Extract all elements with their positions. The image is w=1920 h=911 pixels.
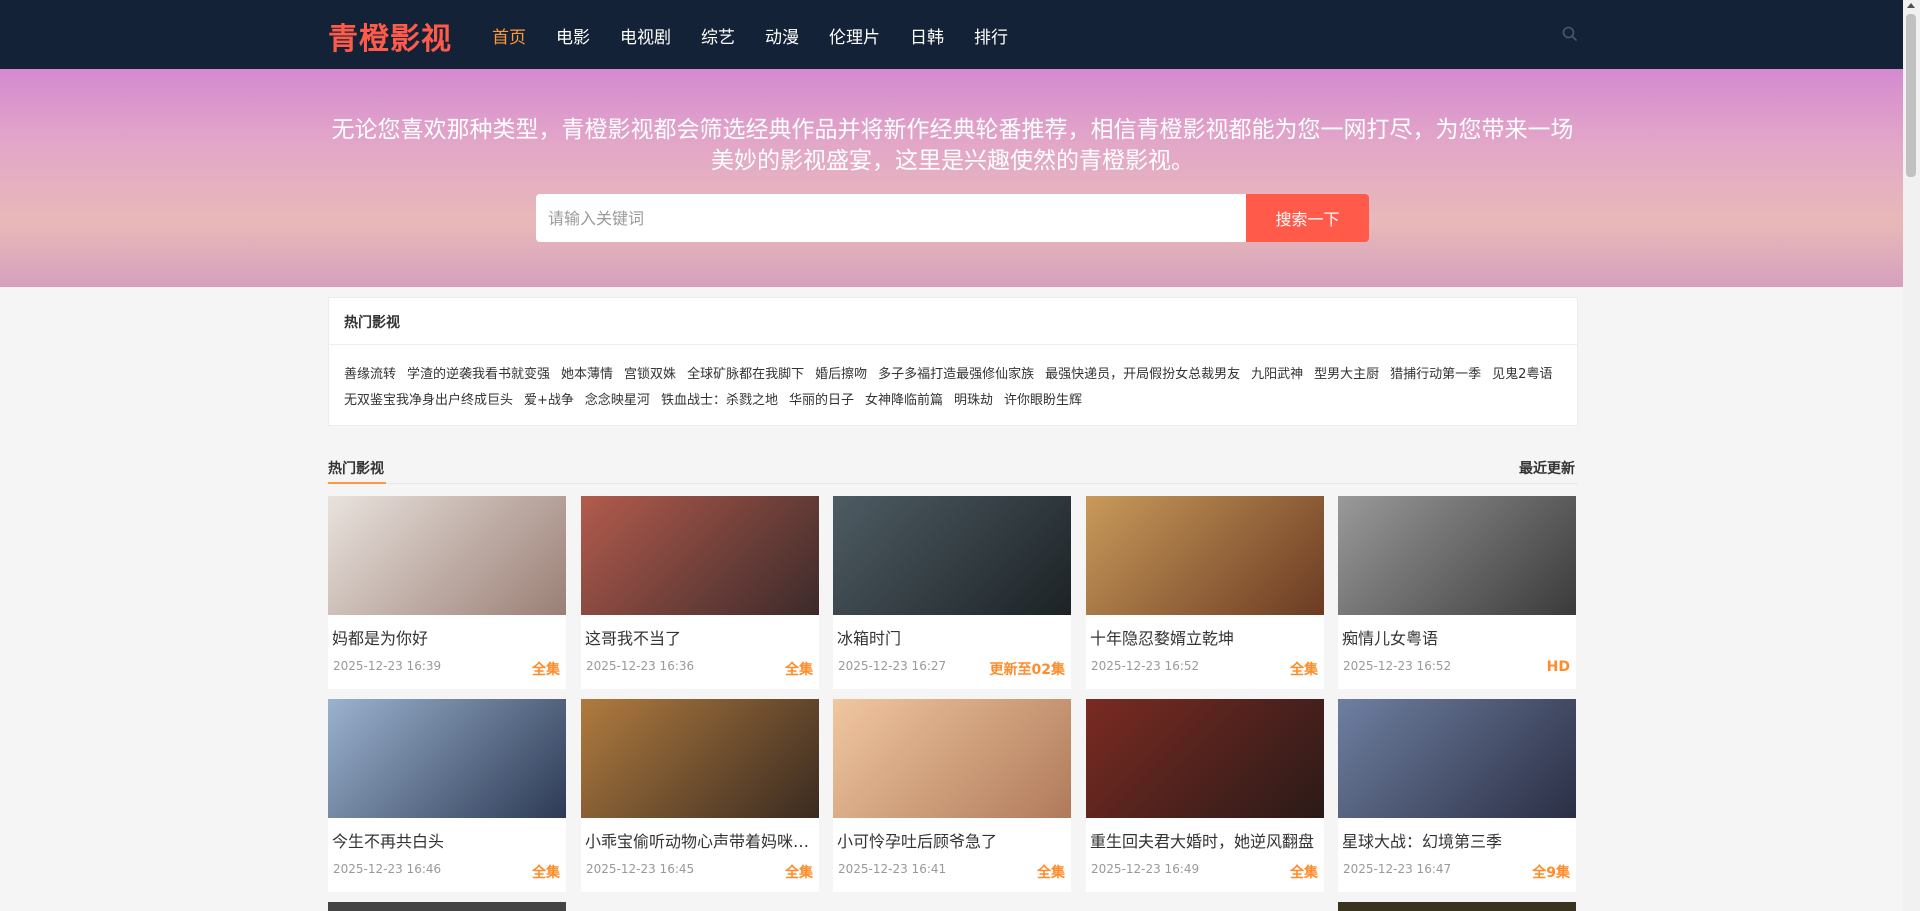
video-card[interactable]: 妈都是为你好 2025-12-23 16:39 全集: [328, 496, 566, 689]
hot-tag-link[interactable]: 全球矿脉都在我脚下: [687, 362, 804, 388]
video-card[interactable]: 痴情儿女粤语 2025-12-23 16:52 HD: [1338, 496, 1576, 689]
video-poster-thumbnail[interactable]: [581, 699, 819, 818]
nav-item[interactable]: 电影: [556, 23, 590, 48]
hot-tag-link[interactable]: 九阳武神: [1251, 362, 1303, 388]
nav-item[interactable]: 动漫: [765, 23, 799, 48]
video-date: 2025-12-23 16:46: [333, 862, 442, 876]
video-poster-thumbnail[interactable]: [1086, 699, 1324, 818]
video-date: 2025-12-23 16:45: [586, 862, 695, 876]
video-date: 2025-12-23 16:47: [1343, 862, 1452, 876]
video-status-badge: 更新至02集: [989, 662, 1065, 678]
hot-panel-title: 热门影视: [344, 315, 400, 331]
video-title[interactable]: 重生回夫君大婚时，她逆风翻盘: [1090, 828, 1318, 852]
video-card[interactable]: 小可怜孕吐后顾爷急了 2025-12-23 16:41 全集: [833, 699, 1071, 892]
video-title[interactable]: 今生不再共白头: [332, 828, 560, 852]
section-title-underline: [328, 482, 386, 484]
hot-tag-link[interactable]: 猎捕行动第一季: [1390, 362, 1481, 388]
video-date: 2025-12-23 16:41: [838, 862, 947, 876]
video-title[interactable]: 十年隐忍婺婿立乾坤: [1090, 625, 1318, 649]
hot-tag-link[interactable]: 多子多福打造最强修仙家族: [878, 362, 1034, 388]
video-title[interactable]: 星球大战：幻境第三季: [1342, 828, 1570, 852]
video-card[interactable]: 小乖宝偷听动物心声带着妈咪成为大女主 2025-12-23 16:45 全集: [581, 699, 819, 892]
hot-tag-link[interactable]: 婚后擦吻: [815, 362, 867, 388]
video-poster-thumbnail[interactable]: [1338, 699, 1576, 818]
search-button[interactable]: 搜索一下: [1246, 194, 1369, 242]
video-poster-thumbnail[interactable]: [833, 699, 1071, 818]
hot-tag-link[interactable]: 念念映星河: [585, 388, 650, 414]
hot-tag-link[interactable]: 宫锁双姝: [624, 362, 676, 388]
site-logo[interactable]: 青橙影视: [328, 14, 452, 58]
scrollbar-thumb[interactable]: [1906, 14, 1916, 177]
video-card[interactable]: 星球大战：幻境第三季 2025-12-23 16:47 全9集: [1338, 699, 1576, 892]
video-poster-thumbnail[interactable]: [328, 496, 566, 615]
nav-item[interactable]: 首页: [492, 23, 526, 48]
video-poster-thumbnail[interactable]: [833, 496, 1071, 615]
video-status-badge: 全集: [1037, 865, 1065, 881]
divider: [329, 344, 1577, 345]
video-date: 2025-12-23 16:49: [1091, 862, 1200, 876]
nav-item[interactable]: 伦理片: [829, 23, 880, 48]
video-title[interactable]: 这哥我不当了: [585, 625, 813, 649]
top-header: 青橙影视 首页 电影 电视剧 综艺 动漫 伦理片 日韩 排行: [0, 0, 1903, 69]
video-date: 2025-12-23 16:52: [1091, 659, 1200, 673]
scroll-up-arrow-icon[interactable]: [1907, 3, 1915, 8]
video-card-partial[interactable]: [328, 902, 566, 911]
recent-updates-link[interactable]: 最近更新: [1519, 458, 1575, 478]
hero-intro-text: 无论您喜欢那种类型，青橙影视都会筛选经典作品并将新作经典轮番推荐，相信青橙影视都…: [331, 117, 1574, 174]
nav-item[interactable]: 排行: [974, 23, 1008, 48]
video-card[interactable]: 这哥我不当了 2025-12-23 16:36 全集: [581, 496, 819, 689]
video-date: 2025-12-23 16:27: [838, 659, 947, 673]
section-title: 热门影视: [328, 461, 384, 477]
hot-tag-link[interactable]: 善缘流转: [344, 362, 396, 388]
video-title[interactable]: 冰箱时门: [837, 625, 1065, 649]
search-input[interactable]: [536, 194, 1246, 242]
video-poster-thumbnail[interactable]: [581, 496, 819, 615]
hot-tag-link[interactable]: 最强快递员，开局假扮女总裁男友: [1045, 362, 1240, 388]
video-date: 2025-12-23 16:39: [333, 659, 442, 673]
hot-tag-link[interactable]: 华丽的日子: [789, 388, 854, 414]
hot-tag-link[interactable]: 她本薄情: [561, 362, 613, 388]
hot-tag-link[interactable]: 铁血战士：杀戮之地: [661, 388, 778, 414]
video-title[interactable]: 痴情儿女粤语: [1342, 625, 1570, 649]
video-title[interactable]: 小乖宝偷听动物心声带着妈咪成为大女主: [585, 828, 813, 852]
video-date: 2025-12-23 16:36: [586, 659, 695, 673]
video-status-badge: HD: [1546, 659, 1570, 675]
section-divider: [328, 483, 1578, 484]
video-card[interactable]: 十年隐忍婺婿立乾坤 2025-12-23 16:52 全集: [1086, 496, 1324, 689]
video-status-badge: 全集: [532, 662, 560, 678]
video-poster-thumbnail[interactable]: [1086, 496, 1324, 615]
video-card[interactable]: 今生不再共白头 2025-12-23 16:46 全集: [328, 699, 566, 892]
hero-banner: 无论您喜欢那种类型，青橙影视都会筛选经典作品并将新作经典轮番推荐，相信青橙影视都…: [0, 69, 1903, 287]
video-status-badge: 全集: [1290, 662, 1318, 678]
hot-tags-panel: 热门影视 善缘流转 学渣的逆袭我看书就变强 她本薄情 宫锁双姝 全球矿脉都在我脚下 婚后擦…: [328, 297, 1578, 426]
video-status-badge: 全集: [532, 865, 560, 881]
hot-tag-link[interactable]: 明珠劫: [954, 388, 993, 414]
video-status-badge: 全集: [1290, 865, 1318, 881]
hot-tag-link[interactable]: 爱+战争: [524, 388, 574, 414]
video-status-badge: 全集: [785, 865, 813, 881]
video-title[interactable]: 小可怜孕吐后顾爷急了: [837, 828, 1065, 852]
main-nav: 首页 电影 电视剧 综艺 动漫 伦理片 日韩 排行: [492, 23, 1038, 48]
video-card-partial[interactable]: [1338, 902, 1576, 911]
hot-tag-link[interactable]: 见鬼2粤语: [1492, 362, 1552, 388]
hot-tag-link[interactable]: 许你眼盼生辉: [1004, 388, 1082, 414]
video-title[interactable]: 妈都是为你好: [332, 625, 560, 649]
hot-tag-link[interactable]: 无双鉴宝我净身出户终成巨头: [344, 388, 513, 414]
video-card[interactable]: 重生回夫君大婚时，她逆风翻盘 2025-12-23 16:49 全集: [1086, 699, 1324, 892]
search-icon[interactable]: [1562, 26, 1578, 42]
hot-tag-link[interactable]: 型男大主厨: [1314, 362, 1379, 388]
video-date: 2025-12-23 16:52: [1343, 659, 1452, 673]
nav-item[interactable]: 日韩: [910, 23, 944, 48]
scrollbar[interactable]: [1903, 0, 1920, 911]
nav-item[interactable]: 电视剧: [620, 23, 671, 48]
video-status-badge: 全集: [785, 662, 813, 678]
video-card[interactable]: 冰箱时门 2025-12-23 16:27 更新至02集: [833, 496, 1071, 689]
hot-tags-list: 善缘流转 学渣的逆袭我看书就变强 她本薄情 宫锁双姝 全球矿脉都在我脚下 婚后擦吻 多子多福…: [344, 362, 1564, 414]
video-poster-thumbnail[interactable]: [1338, 496, 1576, 615]
video-poster-thumbnail[interactable]: [328, 699, 566, 818]
video-status-badge: 全9集: [1532, 865, 1570, 881]
nav-item[interactable]: 综艺: [701, 23, 735, 48]
hot-tag-link[interactable]: 学渣的逆袭我看书就变强: [407, 362, 550, 388]
hot-tag-link[interactable]: 女神降临前篇: [865, 388, 943, 414]
